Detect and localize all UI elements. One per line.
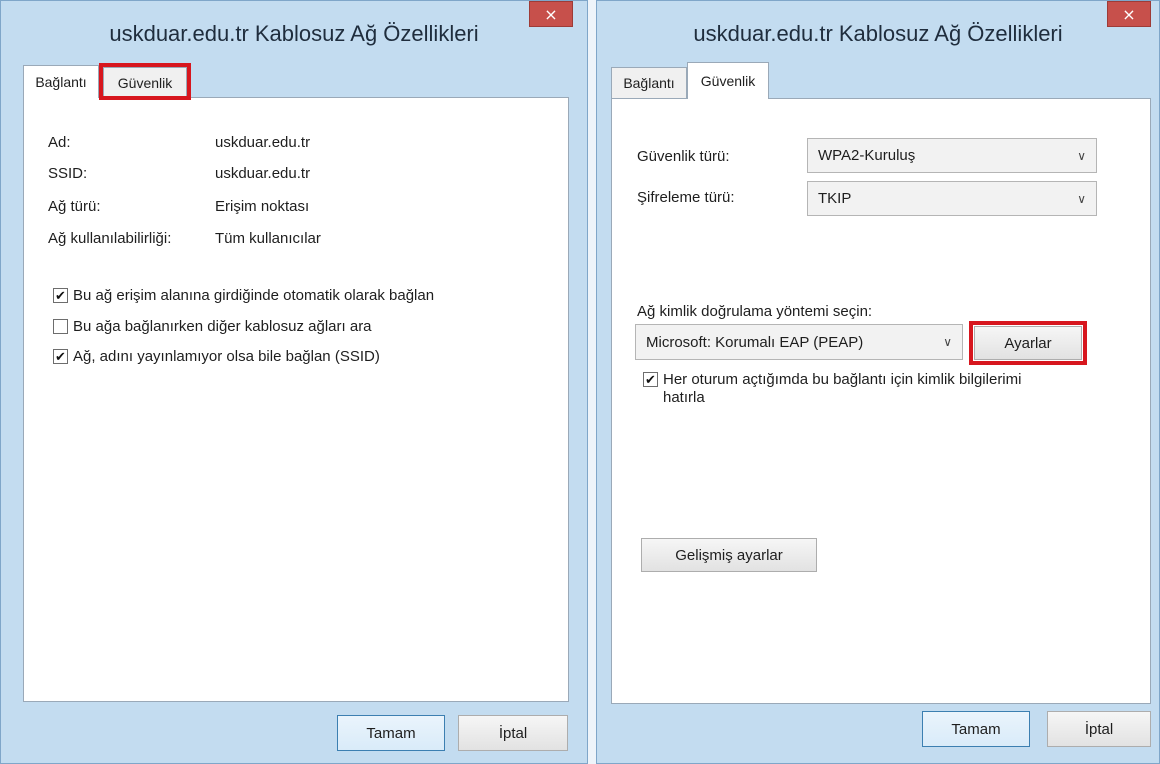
connect-hidden-ssid-label: Ağ, adını yayınlamıyor olsa bile bağlan … [73, 348, 380, 365]
security-type-select[interactable]: WPA2-Kuruluş ∨ [807, 138, 1097, 173]
ok-button[interactable]: Tamam [337, 715, 445, 751]
close-icon: × [544, 4, 558, 24]
tab-security-label: Güvenlik [117, 74, 173, 91]
close-button[interactable]: × [529, 1, 573, 27]
remember-credentials-label: Her oturum açtığımda bu bağlantı için ki… [663, 371, 1022, 406]
connect-hidden-ssid-checkbox-row[interactable]: ✔ Ağ, adını yayınlamıyor olsa bile bağla… [53, 348, 380, 365]
look-for-other-networks-checkbox-row[interactable]: Bu ağa bağlanırken diğer kablosuz ağları… [53, 318, 372, 335]
network-type-value: Erişim noktası [215, 198, 310, 215]
ssid-label: SSID: [48, 165, 88, 182]
tab-connection-label: Bağlantı [623, 75, 675, 91]
wireless-properties-dialog-security: uskduar.edu.tr Kablosuz Ağ Özellikleri ×… [596, 0, 1160, 764]
dialog-title: uskduar.edu.tr Kablosuz Ağ Özellikleri [693, 21, 1063, 46]
tab-connection[interactable]: Bağlantı [611, 67, 687, 98]
dialog-title: uskduar.edu.tr Kablosuz Ağ Özellikleri [109, 21, 479, 46]
encryption-type-value: TKIP [818, 190, 852, 207]
availability-value: Tüm kullanıcılar [215, 230, 321, 247]
cancel-button[interactable]: İptal [458, 715, 568, 751]
checkmark-icon[interactable]: ✔ [643, 372, 658, 387]
network-type-label: Ağ türü: [48, 198, 101, 215]
window-gap [588, 0, 596, 764]
wireless-properties-dialog-connection: uskduar.edu.tr Kablosuz Ağ Özellikleri ×… [0, 0, 588, 764]
cancel-button[interactable]: İptal [1047, 711, 1151, 747]
tab-connection[interactable]: Bağlantı [23, 65, 99, 98]
chevron-down-icon: ∨ [1077, 148, 1086, 163]
name-label: Ad: [48, 134, 71, 151]
look-for-other-networks-label: Bu ağa bağlanırken diğer kablosuz ağları… [73, 318, 372, 335]
availability-label: Ağ kullanılabilirliği: [48, 230, 172, 247]
ok-button[interactable]: Tamam [922, 711, 1030, 747]
auth-method-value: Microsoft: Korumalı EAP (PEAP) [646, 333, 864, 351]
ssid-value: uskduar.edu.tr [215, 165, 311, 182]
close-icon: × [1122, 4, 1136, 24]
remember-credentials-checkbox-row[interactable]: ✔ Her oturum açtığımda bu bağlantı için … [643, 371, 1063, 407]
chevron-down-icon: ∨ [943, 335, 952, 349]
auth-method-label: Ağ kimlik doğrulama yöntemi seçin: [637, 303, 873, 320]
chevron-down-icon: ∨ [1077, 191, 1086, 206]
checkbox-unchecked[interactable] [53, 319, 68, 334]
settings-button[interactable]: Ayarlar [974, 326, 1082, 360]
close-button[interactable]: × [1107, 1, 1151, 27]
tab-connection-label: Bağlantı [35, 74, 87, 90]
tab-security-label: Güvenlik [700, 73, 756, 89]
checkmark-icon[interactable]: ✔ [53, 349, 68, 364]
tab-security[interactable]: Güvenlik [103, 67, 187, 97]
connection-panel [23, 97, 569, 702]
auth-method-select[interactable]: Microsoft: Korumalı EAP (PEAP) ∨ [635, 324, 963, 360]
auto-connect-checkbox-row[interactable]: ✔ Bu ağ erişim alanına girdiğinde otomat… [53, 287, 434, 304]
name-value: uskduar.edu.tr [215, 134, 311, 151]
security-type-value: WPA2-Kuruluş [818, 147, 916, 164]
advanced-settings-button[interactable]: Gelişmiş ayarlar [641, 538, 817, 572]
encryption-type-label: Şifreleme türü: [637, 189, 735, 206]
auto-connect-label: Bu ağ erişim alanına girdiğinde otomatik… [73, 287, 435, 304]
tab-security[interactable]: Güvenlik [687, 62, 769, 99]
checkmark-icon[interactable]: ✔ [53, 288, 68, 303]
security-type-label: Güvenlik türü: [637, 148, 730, 165]
encryption-type-select[interactable]: TKIP ∨ [807, 181, 1097, 216]
